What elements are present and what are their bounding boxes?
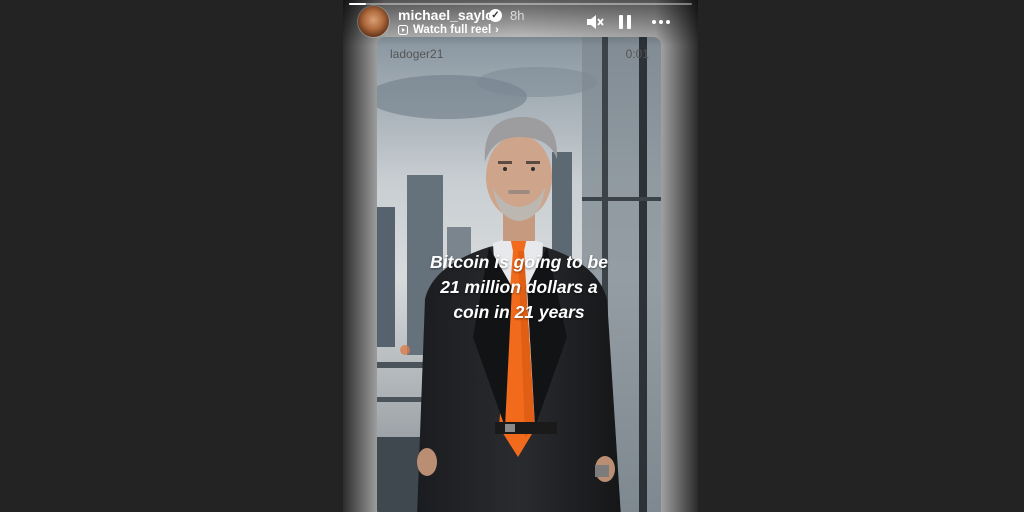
story-progress-fill [349, 3, 367, 5]
pause-icon [619, 15, 623, 29]
reel-username[interactable]: ladoger21 [390, 47, 443, 61]
chevron-right-icon: › [495, 24, 499, 36]
more-options-button[interactable] [649, 10, 673, 34]
reel-timestamp: 0:01 [625, 47, 649, 61]
reel-caption: Bitcoin is going to be 21 million dollar… [377, 250, 661, 325]
more-horizontal-icon [659, 20, 663, 24]
caption-line: 21 million dollars a [440, 277, 598, 297]
pause-button[interactable] [613, 10, 637, 34]
mute-button[interactable] [583, 10, 607, 34]
more-horizontal-icon [652, 20, 656, 24]
story-username[interactable]: michael_saylor [398, 7, 499, 23]
caption-line: coin in 21 years [453, 302, 585, 322]
watch-full-reel-link[interactable]: Watch full reel › [398, 24, 499, 36]
reel-icon [398, 25, 408, 35]
avatar[interactable] [358, 6, 389, 37]
caption-line: Bitcoin is going to be [430, 252, 608, 272]
watch-full-reel-label: Watch full reel [413, 24, 492, 36]
story-time-ago: 8h [510, 8, 525, 23]
more-horizontal-icon [666, 20, 670, 24]
reel-card[interactable]: ladoger21 0:01 Bitcoin is going to be 21… [377, 37, 661, 512]
pause-icon [627, 15, 631, 29]
speaker-muted-icon [587, 15, 604, 29]
story-viewer[interactable]: ladoger21 0:01 Bitcoin is going to be 21… [343, 0, 698, 512]
header-gradient [343, 0, 698, 46]
verified-badge-icon: ✓ [489, 9, 502, 22]
story-progress-bar [349, 3, 692, 5]
